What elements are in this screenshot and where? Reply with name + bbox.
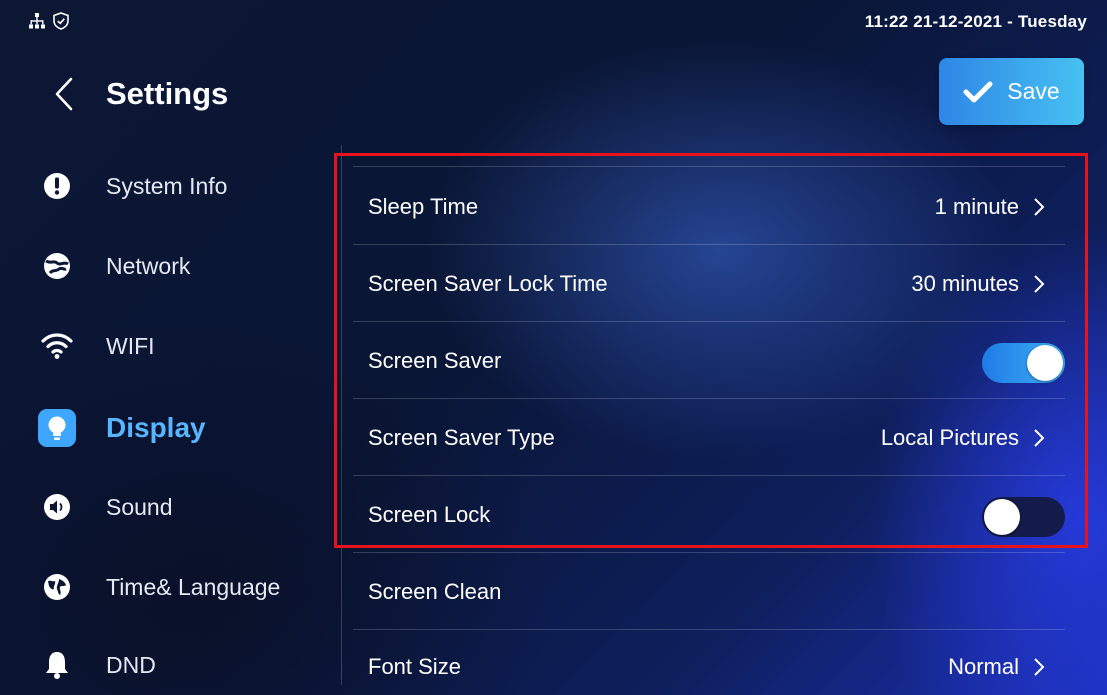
sidebar-item-label: Display (106, 412, 206, 443)
setting-row-sleep-time[interactable]: Sleep Time 1 minute (353, 167, 1065, 245)
save-button[interactable]: Save (939, 58, 1084, 125)
status-datetime: 11:22 21-12-2021 - Tuesday (864, 12, 1087, 31)
sidebar-item-network[interactable]: Network (38, 241, 328, 291)
setting-value: Local Pictures (880, 425, 1019, 450)
setting-label: Screen Saver (368, 348, 502, 373)
chevron-right-icon (1034, 429, 1045, 447)
sidebar-item-wifi[interactable]: WIFI (38, 321, 328, 371)
globe-network-icon (38, 247, 76, 285)
sidebar-item-label: Network (106, 252, 191, 279)
chevron-right-icon (1034, 658, 1045, 676)
sidebar-item-label: WIFI (106, 332, 155, 359)
setting-row-screen-saver-lock-time[interactable]: Screen Saver Lock Time 30 minutes (353, 244, 1065, 322)
sidebar-item-label: System Info (106, 172, 228, 199)
chevron-right-icon (1034, 275, 1045, 293)
screen-lock-toggle[interactable] (982, 497, 1065, 537)
checkmark-icon (963, 81, 993, 102)
lightbulb-icon (38, 409, 76, 447)
toggle-knob (984, 499, 1020, 535)
status-bar: 11:22 21-12-2021 - Tuesday (0, 0, 1107, 38)
sidebar-divider (341, 145, 342, 685)
sidebar-item-system-info[interactable]: System Info (38, 161, 328, 211)
setting-label: Sleep Time (368, 194, 479, 219)
bell-icon (38, 646, 76, 684)
setting-label: Screen Clean (368, 579, 502, 604)
network-tree-icon (29, 13, 45, 29)
setting-row-screen-saver: Screen Saver (353, 321, 1065, 399)
setting-value: 30 minutes (911, 271, 1019, 296)
sidebar-item-sound[interactable]: Sound (38, 482, 328, 532)
setting-value: 1 minute (934, 194, 1019, 219)
back-chevron-icon[interactable] (52, 76, 76, 112)
globe-icon (38, 568, 76, 606)
info-icon (38, 167, 76, 205)
setting-row-font-size[interactable]: Font Size Normal (353, 640, 1065, 695)
sidebar-item-display[interactable]: Display (38, 403, 328, 453)
setting-label: Screen Saver Lock Time (368, 271, 608, 296)
sidebar-item-label: DND (106, 651, 156, 678)
setting-row-screen-saver-type[interactable]: Screen Saver Type Local Pictures (353, 398, 1065, 476)
sidebar-item-label: Time& Language (106, 573, 281, 600)
save-button-label: Save (1007, 78, 1060, 104)
screen-saver-toggle[interactable] (982, 343, 1065, 383)
setting-label: Screen Lock (368, 502, 491, 527)
setting-row-screen-clean[interactable]: Screen Clean (353, 552, 1065, 630)
wifi-icon (38, 327, 76, 365)
speaker-icon (38, 488, 76, 526)
chevron-right-icon (1034, 198, 1045, 216)
sidebar-item-dnd[interactable]: DND (38, 640, 328, 690)
setting-label: Screen Saver Type (368, 425, 555, 450)
sidebar-item-time-language[interactable]: Time& Language (38, 562, 328, 612)
toggle-knob (1027, 345, 1063, 381)
shield-check-icon (53, 12, 69, 30)
setting-label: Font Size (368, 654, 461, 679)
sidebar-item-label: Sound (106, 493, 173, 520)
setting-row-screen-lock: Screen Lock (353, 475, 1065, 553)
page-title: Settings (106, 76, 229, 111)
setting-value: Normal (948, 654, 1019, 679)
